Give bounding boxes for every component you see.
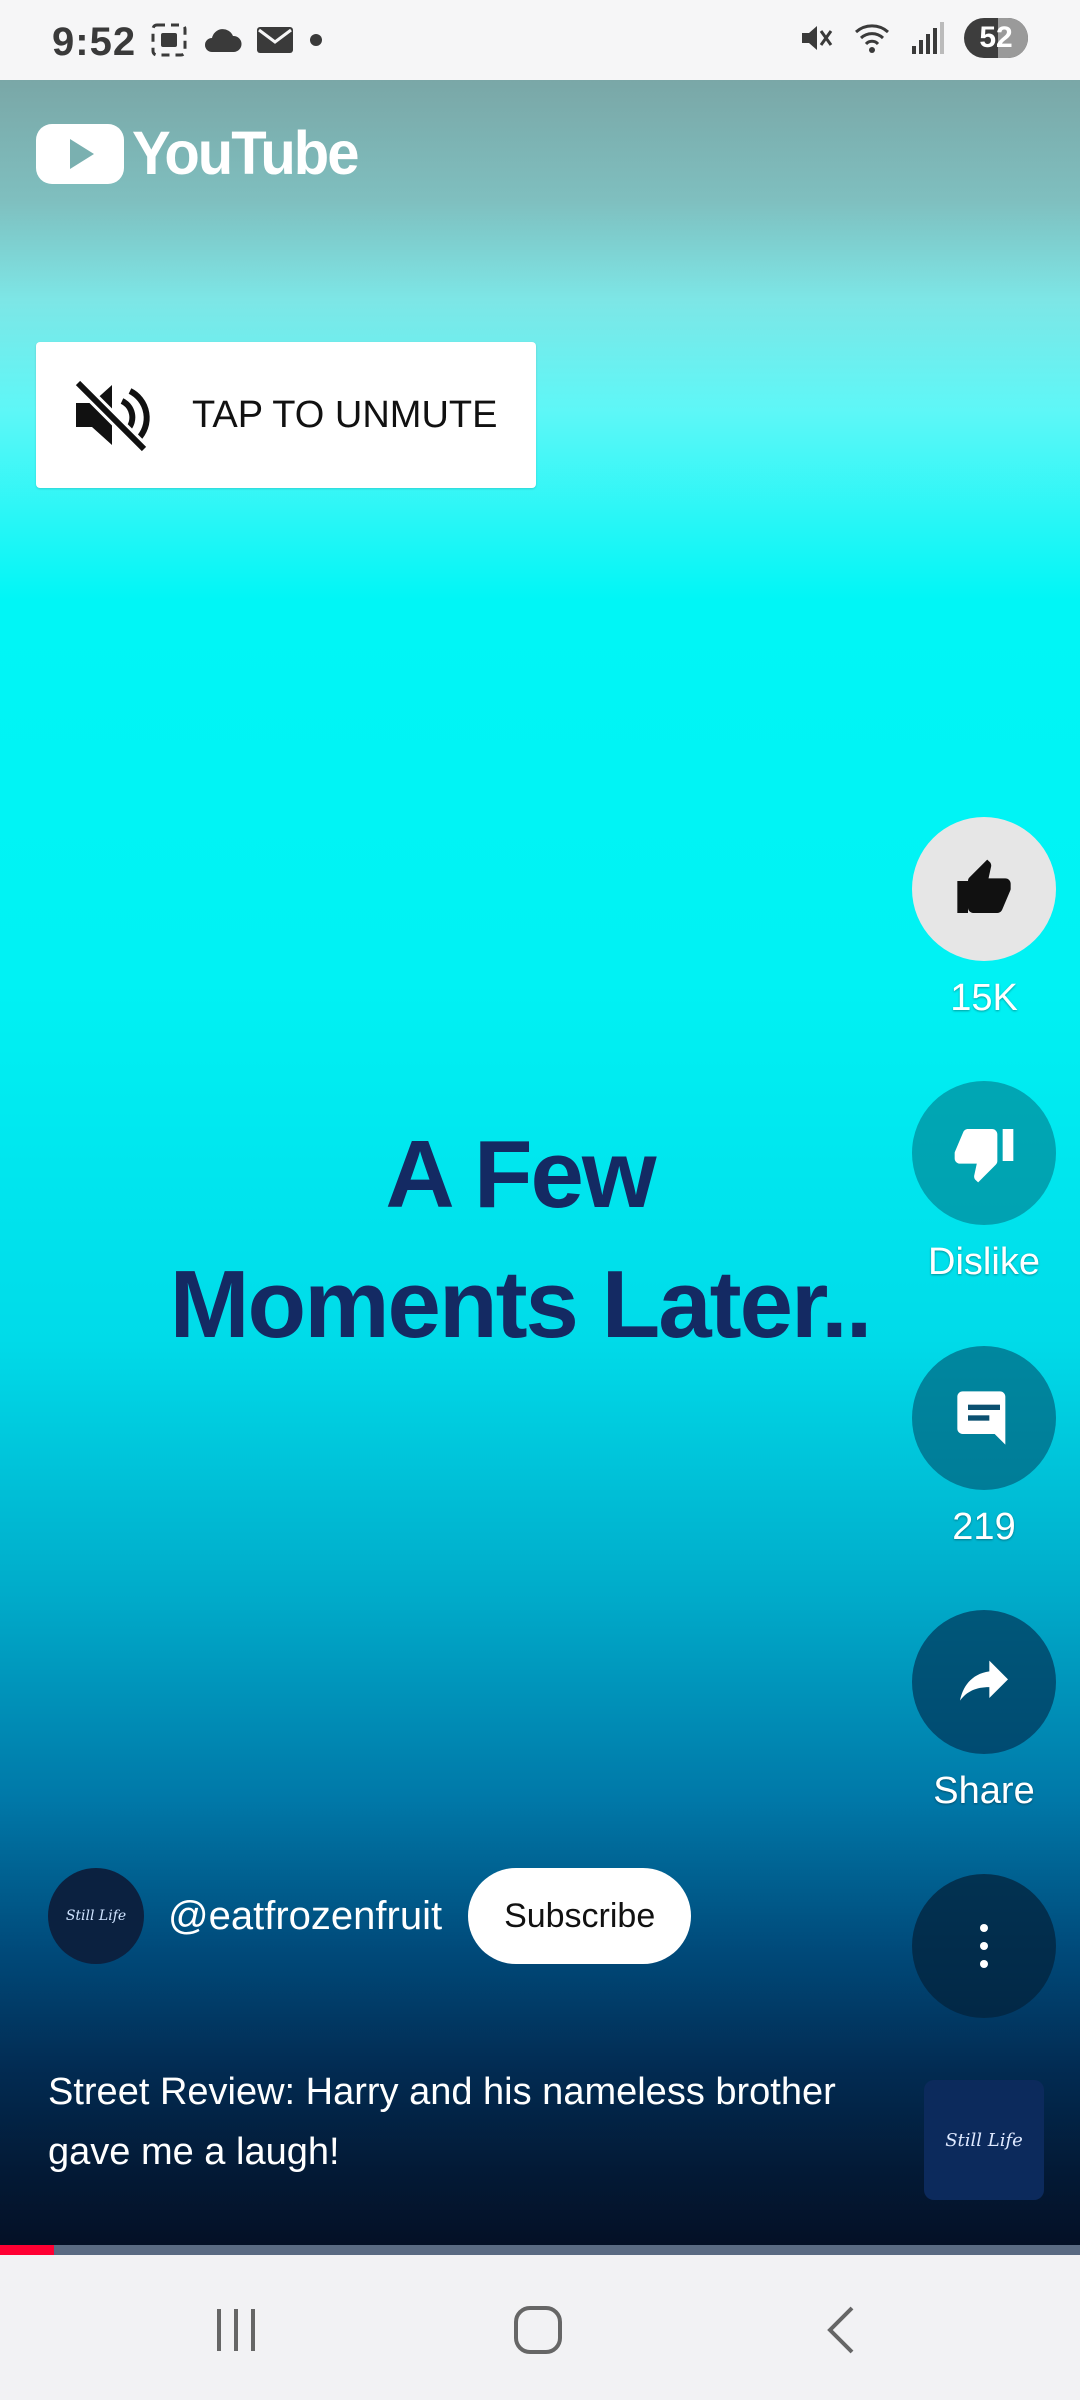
status-bar: 9:52 52	[0, 0, 1080, 80]
more-action	[912, 1874, 1056, 2018]
share-button[interactable]	[912, 1610, 1056, 1754]
thumb-up-icon	[957, 859, 1011, 913]
overlay-line-2: Moments Later..	[169, 1251, 873, 1358]
wifi-icon	[855, 24, 889, 53]
more-options-button[interactable]	[912, 1874, 1056, 2018]
comment-count: 219	[952, 1506, 1016, 1548]
mail-icon	[257, 27, 293, 53]
video-overlay-text: A Few Moments Later..	[100, 1110, 940, 1370]
sound-thumbnail-logo: Still Life	[945, 2129, 1023, 2151]
dislike-button[interactable]	[912, 1081, 1056, 1225]
youtube-wordmark: YouTube	[132, 119, 359, 188]
channel-avatar[interactable]: Still Life	[48, 1868, 144, 1964]
video-caption[interactable]: Street Review: Harry and his nameless br…	[48, 2062, 848, 2182]
recents-icon	[217, 2309, 255, 2351]
status-notification-icons	[150, 22, 324, 58]
tap-to-unmute-button[interactable]: TAP TO UNMUTE	[36, 342, 536, 488]
channel-row: Still Life @eatfrozenfruit Subscribe	[48, 1868, 692, 1964]
back-button[interactable]	[800, 2295, 880, 2365]
like-action: 15K	[912, 817, 1056, 1020]
dislike-label: Dislike	[928, 1241, 1040, 1283]
thumb-down-icon	[954, 1129, 1014, 1183]
cloud-icon	[205, 29, 242, 52]
share-arrow-icon	[960, 1660, 1008, 1701]
play-logo-icon	[36, 123, 124, 184]
like-button[interactable]	[912, 817, 1056, 961]
share-action: Share	[912, 1610, 1056, 1813]
comment-icon	[957, 1391, 1006, 1445]
screenshot-icon	[151, 23, 187, 57]
video-progress-played	[0, 2245, 54, 2255]
system-navigation-bar	[0, 2255, 1080, 2400]
signal-icon	[912, 22, 944, 54]
status-time: 9:52	[52, 20, 137, 64]
notification-dot-icon	[310, 34, 322, 46]
status-system-icons: 52	[798, 18, 1028, 58]
recents-button[interactable]	[196, 2295, 276, 2365]
sound-thumbnail[interactable]: Still Life	[924, 2080, 1044, 2200]
comment-button[interactable]	[912, 1346, 1056, 1490]
channel-avatar-logo: Still Life	[65, 1908, 127, 1924]
volume-off-icon	[73, 378, 150, 454]
overlay-line-1: A Few	[385, 1121, 656, 1228]
subscribe-button[interactable]: Subscribe	[468, 1868, 692, 1964]
youtube-logo: YouTube	[36, 119, 359, 188]
more-vert-icon	[980, 1924, 988, 1968]
back-icon	[827, 2306, 854, 2354]
channel-handle[interactable]: @eatfrozenfruit	[168, 1894, 442, 1939]
dislike-action: Dislike	[912, 1081, 1056, 1284]
home-button[interactable]	[498, 2295, 578, 2365]
battery-indicator: 52	[964, 18, 1028, 58]
mute-status-icon	[802, 26, 833, 50]
comment-action: 219	[912, 1346, 1056, 1549]
share-label: Share	[933, 1770, 1035, 1812]
like-count: 15K	[950, 977, 1018, 1019]
video-progress-bar[interactable]	[0, 2245, 1080, 2255]
home-icon	[514, 2306, 562, 2354]
tap-to-unmute-label: TAP TO UNMUTE	[192, 393, 498, 436]
battery-level: 52	[979, 21, 1013, 54]
